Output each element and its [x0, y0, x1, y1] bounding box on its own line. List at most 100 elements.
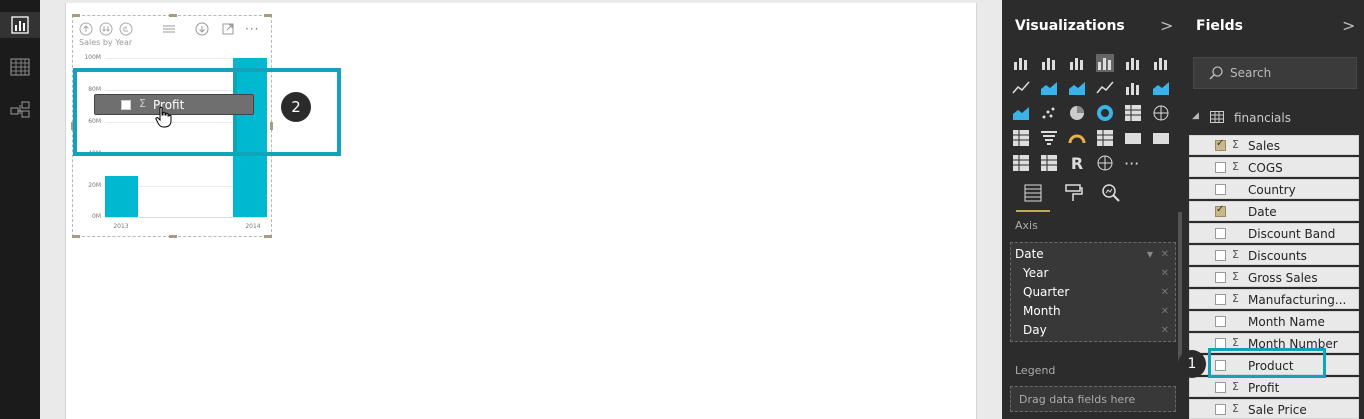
- field-checkbox[interactable]: [1215, 162, 1226, 173]
- field-checkbox[interactable]: [1215, 250, 1226, 261]
- field-item[interactable]: Σ COGS: [1189, 157, 1359, 177]
- field-item[interactable]: Σ Discounts: [1189, 245, 1359, 265]
- visual-title: Sales by Year: [79, 38, 133, 47]
- r-visual-icon[interactable]: R: [1068, 154, 1086, 173]
- fields-search-input[interactable]: Search: [1193, 57, 1357, 89]
- field-item[interactable]: Country: [1189, 179, 1359, 199]
- field-checkbox[interactable]: [1215, 228, 1226, 239]
- resize-handle[interactable]: [264, 14, 272, 17]
- scatter-icon[interactable]: [1040, 104, 1058, 122]
- line-chart-icon[interactable]: [1012, 79, 1030, 97]
- remove-icon[interactable]: ✕: [1161, 268, 1169, 279]
- drill-down-icon[interactable]: [195, 22, 209, 36]
- gauge-icon[interactable]: [1068, 129, 1086, 147]
- dragged-field-profit[interactable]: Σ Profit: [94, 94, 254, 115]
- waterfall-icon[interactable]: [1012, 104, 1030, 122]
- field-item[interactable]: Σ Manufacturing...: [1189, 289, 1359, 309]
- field-label: Discounts: [1248, 249, 1307, 263]
- field-checkbox[interactable]: [1215, 382, 1226, 393]
- visualizations-title: Visualizations: [1015, 18, 1125, 34]
- axis-field-year[interactable]: Year ✕: [1011, 266, 1175, 285]
- bar-2013[interactable]: [105, 175, 138, 217]
- clustered-bar-icon[interactable]: [1068, 54, 1086, 72]
- remove-icon[interactable]: ✕: [1161, 325, 1169, 336]
- collapse-chevron-icon[interactable]: >: [1160, 16, 1173, 35]
- collapse-chevron-icon[interactable]: >: [1342, 16, 1355, 35]
- remove-icon[interactable]: ✕: [1161, 249, 1169, 260]
- ribbon-chart-icon[interactable]: [1152, 79, 1170, 97]
- field-checkbox[interactable]: [1215, 404, 1226, 415]
- field-checkbox[interactable]: [1215, 204, 1226, 217]
- axis-field-quarter[interactable]: Quarter ✕: [1011, 285, 1175, 304]
- fields-title: Fields: [1196, 18, 1244, 34]
- sigma-icon: Σ: [1232, 402, 1239, 415]
- relationships-view-button[interactable]: [8, 98, 32, 120]
- dropdown-icon[interactable]: ▼: [1147, 250, 1153, 259]
- analytics-tab[interactable]: [1100, 182, 1122, 204]
- resize-handle[interactable]: [72, 235, 80, 238]
- line-clustered-icon[interactable]: [1124, 79, 1142, 97]
- table-financials[interactable]: ◢ financials: [1192, 108, 1362, 128]
- 100-bar-icon[interactable]: [1124, 54, 1142, 72]
- resize-handle[interactable]: [264, 235, 272, 238]
- field-item[interactable]: Discount Band: [1189, 223, 1359, 243]
- area-chart-icon[interactable]: [1040, 79, 1058, 97]
- stacked-area-icon[interactable]: [1068, 79, 1086, 97]
- axis-field-month[interactable]: Month ✕: [1011, 304, 1175, 323]
- treemap-icon[interactable]: [1124, 104, 1142, 122]
- field-item[interactable]: Σ Profit: [1189, 377, 1359, 397]
- donut-icon[interactable]: [1096, 104, 1114, 122]
- table-visual-icon[interactable]: [1040, 154, 1058, 172]
- field-checkbox[interactable]: [1215, 184, 1226, 195]
- field-checkbox[interactable]: [1215, 316, 1226, 327]
- field-checkbox[interactable]: [1215, 138, 1226, 151]
- card-icon[interactable]: [1124, 129, 1142, 147]
- field-item[interactable]: Σ Sale Price: [1189, 399, 1359, 419]
- stacked-column-icon[interactable]: [1040, 54, 1058, 72]
- field-label: Date: [1248, 205, 1277, 219]
- field-item[interactable]: Σ Sales: [1189, 135, 1359, 155]
- expand-next-level-icon[interactable]: [119, 22, 133, 36]
- resize-handle[interactable]: [72, 14, 80, 17]
- field-item[interactable]: Month Name: [1189, 311, 1359, 331]
- field-item[interactable]: Σ Gross Sales: [1189, 267, 1359, 287]
- visualizations-pane: Visualizations > R ··· Axis Date ▼ ✕ Year ✕ …: [1002, 0, 1184, 419]
- expand-caret-icon[interactable]: ◢: [1192, 111, 1199, 121]
- fields-tab[interactable]: [1016, 182, 1050, 212]
- viz-scrollbar[interactable]: [1178, 212, 1182, 362]
- slicer-icon[interactable]: [1012, 154, 1030, 172]
- legend-drop-well[interactable]: Drag data fields here: [1010, 386, 1176, 412]
- field-checkbox[interactable]: [1215, 272, 1226, 283]
- axis-field-date[interactable]: Date ▼ ✕: [1011, 247, 1175, 266]
- format-tab[interactable]: [1062, 182, 1084, 204]
- resize-handle[interactable]: [169, 14, 177, 17]
- multirow-card-icon[interactable]: [1096, 129, 1114, 147]
- globe-icon[interactable]: [1096, 154, 1114, 172]
- more-options-icon[interactable]: ···: [245, 22, 259, 36]
- line-column-icon[interactable]: [1096, 79, 1114, 97]
- field-item[interactable]: Date: [1189, 201, 1359, 221]
- funnel-icon[interactable]: [1040, 129, 1058, 147]
- field-checkbox[interactable]: [1215, 294, 1226, 305]
- axis-well[interactable]: Date ▼ ✕ Year ✕ Quarter ✕ Month ✕ Day ✕: [1010, 242, 1176, 342]
- map-icon[interactable]: [1152, 104, 1170, 122]
- drill-down-all-icon[interactable]: [99, 22, 113, 36]
- focus-mode-icon[interactable]: [161, 22, 177, 36]
- data-view-button[interactable]: [8, 56, 32, 78]
- drill-up-icon[interactable]: [79, 22, 93, 36]
- report-view-button[interactable]: [0, 12, 40, 38]
- clustered-column-icon[interactable]: [1096, 54, 1114, 72]
- 100-column-icon[interactable]: [1152, 54, 1170, 72]
- stacked-bar-icon[interactable]: [1012, 54, 1030, 72]
- expand-icon[interactable]: [221, 22, 235, 36]
- remove-icon[interactable]: ✕: [1161, 287, 1169, 298]
- field-label: Sales: [1248, 139, 1280, 153]
- left-nav-rail: [0, 0, 40, 419]
- axis-field-day[interactable]: Day ✕: [1011, 323, 1175, 342]
- remove-icon[interactable]: ✕: [1161, 306, 1169, 317]
- more-visuals-icon[interactable]: ···: [1124, 154, 1142, 173]
- resize-handle[interactable]: [169, 235, 177, 238]
- pie-icon[interactable]: [1068, 104, 1086, 122]
- kpi-icon[interactable]: [1152, 129, 1170, 147]
- filled-map-icon[interactable]: [1012, 129, 1030, 147]
